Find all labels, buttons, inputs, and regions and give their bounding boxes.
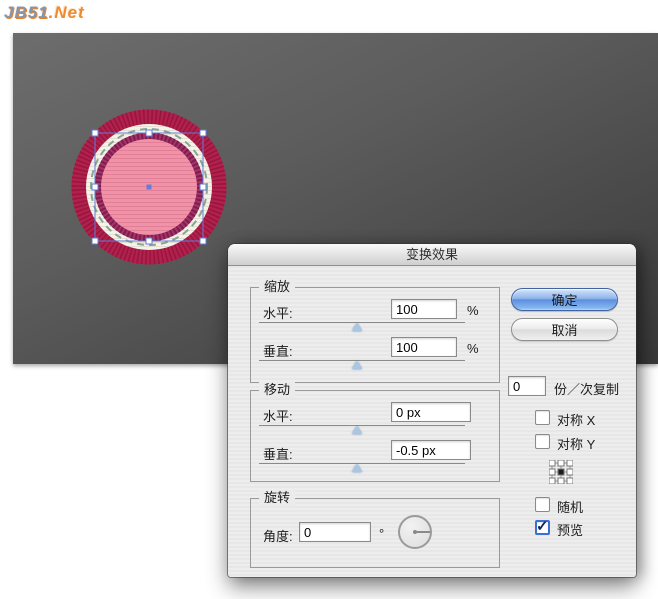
badge-artwork[interactable] xyxy=(68,106,230,268)
selection-center-point[interactable] xyxy=(147,185,152,190)
rotate-dial-hub xyxy=(413,530,417,534)
rotate-dial[interactable] xyxy=(398,515,432,549)
checkbox-box[interactable] xyxy=(535,410,550,425)
selection-handle[interactable] xyxy=(200,238,206,244)
selection-handle[interactable] xyxy=(92,184,98,190)
scale-vertical-slider-thumb[interactable] xyxy=(352,361,362,369)
scale-vertical-label: 垂直: xyxy=(263,341,293,360)
scale-group: 缩放 水平: % 垂直: % xyxy=(250,287,500,383)
selection-handle[interactable] xyxy=(146,238,152,244)
selection-handle[interactable] xyxy=(92,238,98,244)
move-horizontal-label: 水平: xyxy=(263,406,293,425)
transform-effect-dialog: 变换效果 缩放 水平: % 垂直: % 移动 水平: 垂直: 旋转 角度: ° xyxy=(228,244,636,577)
copies-input[interactable] xyxy=(508,376,546,396)
move-vertical-slider-thumb[interactable] xyxy=(352,464,362,472)
move-horizontal-input[interactable] xyxy=(391,402,471,422)
checkbox-box[interactable] xyxy=(535,497,550,512)
dialog-title: 变换效果 xyxy=(406,247,458,262)
dialog-titlebar[interactable]: 变换效果 xyxy=(228,244,636,266)
cancel-button[interactable]: 取消 xyxy=(511,318,618,341)
rotate-degree-symbol: ° xyxy=(379,526,384,541)
watermark-text: JB51 xyxy=(4,3,49,22)
rotate-angle-input[interactable] xyxy=(299,522,371,542)
scale-horizontal-unit: % xyxy=(467,303,479,318)
move-group-label: 移动 xyxy=(259,382,295,398)
preview-label: 预览 xyxy=(557,520,583,539)
selection-handle[interactable] xyxy=(200,130,206,136)
scale-horizontal-slider-track[interactable] xyxy=(259,322,465,323)
move-horizontal-slider-thumb[interactable] xyxy=(352,426,362,434)
reflect-y-label: 对称 Y xyxy=(557,434,595,453)
move-horizontal-slider-track[interactable] xyxy=(259,425,465,426)
scale-horizontal-slider-thumb[interactable] xyxy=(352,323,362,331)
scale-horizontal-input[interactable] xyxy=(391,299,457,319)
scale-vertical-input[interactable] xyxy=(391,337,457,357)
selection-handle[interactable] xyxy=(200,184,206,190)
reference-point-center xyxy=(558,469,564,475)
reflect-x-label: 对称 X xyxy=(557,410,595,429)
rotate-dial-needle xyxy=(415,531,430,533)
checkbox-box[interactable] xyxy=(535,434,550,449)
ok-button[interactable]: 确定 xyxy=(511,288,618,311)
selection-handle[interactable] xyxy=(92,130,98,136)
rotate-group: 旋转 角度: ° xyxy=(250,498,500,568)
rotate-angle-label: 角度: xyxy=(263,526,293,545)
copies-label: 份／次复制 xyxy=(554,379,619,398)
scale-vertical-slider-track[interactable] xyxy=(259,360,465,361)
scale-group-label: 缩放 xyxy=(259,279,295,295)
rotate-group-label: 旋转 xyxy=(259,490,295,506)
scale-horizontal-label: 水平: xyxy=(263,303,293,322)
selection-handle[interactable] xyxy=(146,130,152,136)
checkmark-icon: ✓ xyxy=(536,517,549,535)
random-label: 随机 xyxy=(557,497,583,516)
move-vertical-input[interactable] xyxy=(391,440,471,460)
move-group: 移动 水平: 垂直: xyxy=(250,390,500,482)
reference-point-grid-icon[interactable] xyxy=(549,460,573,484)
scale-vertical-unit: % xyxy=(467,341,479,356)
jb51-watermark: JB51.Net xyxy=(4,3,85,23)
move-vertical-slider-track[interactable] xyxy=(259,463,465,464)
move-vertical-label: 垂直: xyxy=(263,444,293,463)
